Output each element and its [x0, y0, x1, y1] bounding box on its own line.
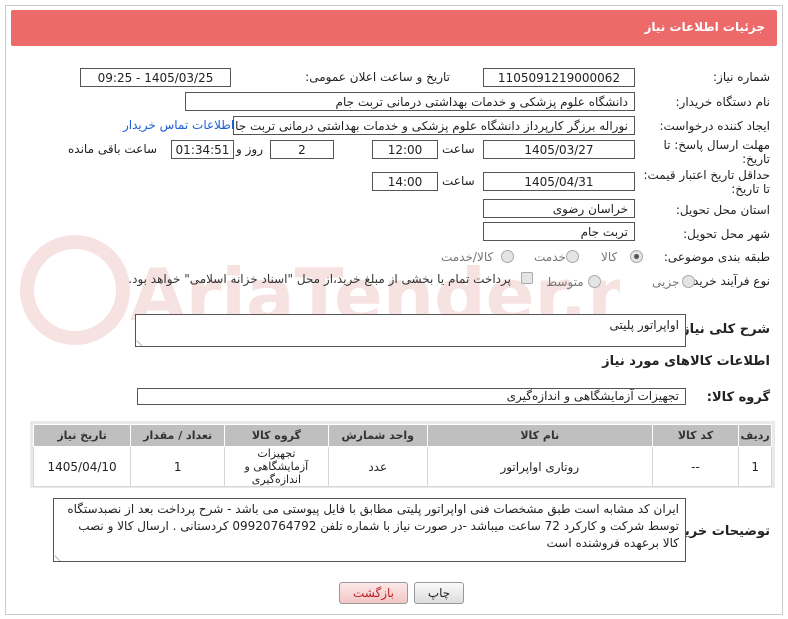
requester-field: نوراله برزگر کارپرداز دانشگاه علوم پزشکی… — [233, 116, 635, 135]
city-label: شهر محل تحویل: — [683, 227, 770, 241]
category-option-goods: کالا — [601, 250, 618, 264]
category-option-goods-service: کالا/خدمت — [441, 250, 494, 264]
need-number-label: شماره نیاز: — [713, 70, 770, 84]
cell-group: تجهیزات آزمایشگاهی و اندازه‌گیری — [224, 446, 329, 487]
buyer-org-label: نام دستگاه خریدار: — [675, 95, 771, 109]
price-validity-label-1: حداقل تاریخ اعتبار قیمت: — [643, 168, 770, 182]
treasury-payment-note: پرداخت تمام یا بخشی از مبلغ خرید،از محل … — [128, 272, 511, 286]
price-validity-label-2: تا تاریخ: — [731, 182, 770, 196]
category-option-service: خدمت — [534, 250, 566, 264]
price-validity-time: 14:00 — [372, 172, 438, 191]
reply-deadline-label-2: تاریخ: — [742, 152, 770, 166]
print-button[interactable]: چاپ — [414, 582, 464, 604]
back-button[interactable]: بازگشت — [339, 582, 408, 604]
general-desc-text: اواپراتور پلیتی — [609, 318, 679, 332]
price-validity-time-label: ساعت — [442, 174, 475, 188]
resize-handle[interactable] — [136, 335, 148, 346]
buyer-notes-resize-handle[interactable] — [54, 550, 66, 561]
treasury-payment-checkbox[interactable] — [521, 272, 533, 284]
category-radio-service[interactable] — [566, 250, 579, 263]
goods-section-title: اطلاعات کالاهای مورد نیاز — [602, 354, 770, 369]
cell-row: 1 — [738, 446, 772, 487]
col-name: نام کالا — [426, 424, 653, 447]
buyer-contact-link[interactable]: اطلاعات تماس خریدار — [123, 118, 234, 132]
process-type-label: نوع فرآیند خرید : — [685, 274, 770, 288]
buyer-notes-field: ایران کد مشابه است طبق مشخصات فنی اواپرا… — [53, 498, 686, 562]
reply-deadline-date: 1405/03/27 — [483, 140, 635, 159]
col-qty: تعداد / مقدار — [130, 424, 226, 447]
general-desc-label: شرح کلی نیاز: — [676, 322, 770, 337]
goods-group-label: گروه کالا: — [706, 390, 770, 405]
remaining-time-label: ساعت باقی مانده — [68, 142, 158, 156]
col-code: کد کالا — [651, 424, 740, 447]
cell-code: -- — [651, 446, 740, 487]
process-radio-minor[interactable] — [682, 275, 695, 288]
category-radio-goods[interactable] — [630, 250, 643, 263]
reply-deadline-time: 12:00 — [372, 140, 438, 159]
category-radio-goods-service[interactable] — [501, 250, 514, 263]
cell-qty: 1 — [130, 446, 226, 487]
province-field: خراسان رضوی — [483, 199, 635, 218]
general-desc-field: اواپراتور پلیتی — [135, 314, 686, 347]
table-row: 1 -- روتاری اواپراتور عدد تجهیزات آزمایش… — [32, 446, 772, 487]
cell-name: روتاری اواپراتور — [426, 446, 653, 487]
days-label: روز و — [236, 142, 263, 156]
col-date: تاریخ نیاز — [32, 424, 132, 447]
page-title: جزئیات اطلاعات نیاز — [644, 20, 765, 34]
buyer-notes-text: ایران کد مشابه است طبق مشخصات فنی اواپرا… — [67, 502, 679, 550]
price-validity-date: 1405/04/31 — [483, 172, 635, 191]
announce-datetime-label: تاریخ و ساعت اعلان عمومی: — [305, 70, 450, 84]
need-number-field: 1105091219000062 — [483, 68, 635, 87]
announce-datetime-field: 1405/03/25 - 09:25 — [80, 68, 231, 87]
cell-date: 1405/04/10 — [32, 446, 132, 487]
goods-group-field: تجهیزات آزمایشگاهی و اندازه‌گیری — [137, 388, 686, 405]
col-row: ردیف — [738, 424, 772, 447]
cell-unit: عدد — [327, 446, 428, 487]
city-field: تربت جام — [483, 222, 635, 241]
reply-days-remaining: 2 — [270, 140, 334, 159]
items-table: ردیف کد کالا نام کالا واحد شمارش گروه کا… — [32, 424, 772, 487]
col-unit: واحد شمارش — [327, 424, 428, 447]
buyer-org-field: دانشگاه علوم پزشکی و خدمات بهداشتی درمان… — [185, 92, 635, 111]
category-label: طبقه بندی موضوعی: — [663, 250, 770, 264]
process-option-medium: متوسط — [546, 275, 584, 289]
header-bar: جزئیات اطلاعات نیاز — [11, 10, 777, 46]
col-group: گروه کالا — [224, 424, 329, 447]
reply-deadline-time-label: ساعت — [442, 142, 475, 156]
process-radio-medium[interactable] — [588, 275, 601, 288]
reply-deadline-label-1: مهلت ارسال پاسخ: تا — [663, 138, 770, 152]
remaining-time: 01:34:51 — [171, 140, 234, 159]
province-label: استان محل تحویل: — [675, 203, 770, 217]
process-option-minor: جزیی — [652, 275, 680, 289]
requester-label: ایجاد کننده درخواست: — [659, 119, 770, 133]
